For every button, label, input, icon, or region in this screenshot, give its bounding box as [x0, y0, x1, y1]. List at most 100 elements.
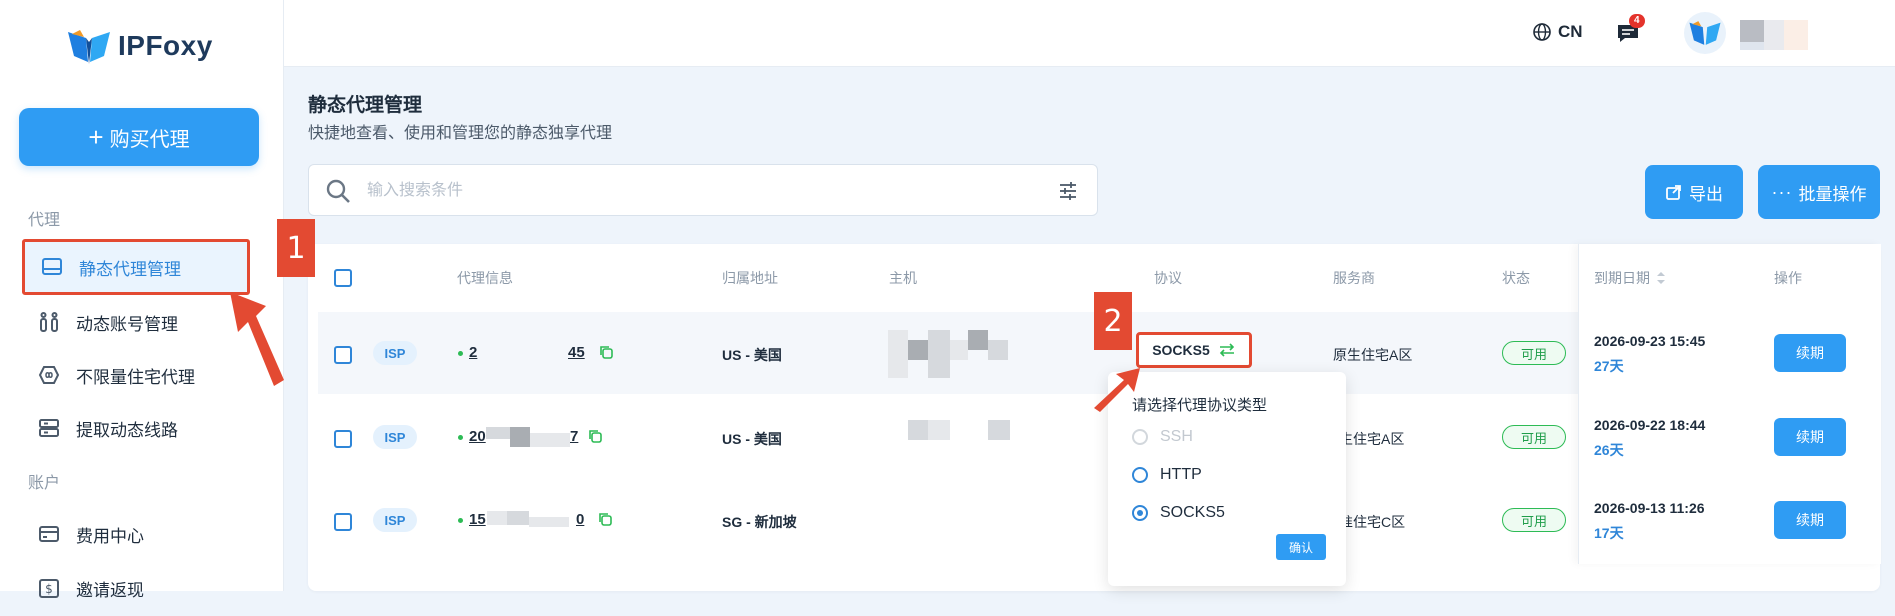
sidebar-item-billing[interactable]: 费用中心: [22, 506, 250, 562]
ip-address-end[interactable]: 0: [576, 511, 584, 528]
column-header: 状态: [1502, 270, 1530, 286]
fox-logo-icon: [68, 30, 110, 64]
status-badge: 可用: [1502, 425, 1566, 449]
copy-icon[interactable]: [597, 511, 613, 527]
buy-proxy-button[interactable]: + 购买代理: [19, 108, 259, 166]
infinity-icon: [38, 364, 60, 386]
row-checkbox[interactable]: [334, 513, 352, 531]
isp-tag: ISP: [373, 425, 417, 449]
days-remaining: 26天: [1594, 442, 1624, 458]
renew-button[interactable]: 续期: [1774, 334, 1846, 372]
isp-tag: ISP: [373, 508, 417, 532]
sidebar-item-extract-dynamic[interactable]: 提取动态线路: [22, 400, 250, 456]
copy-icon[interactable]: [598, 344, 614, 360]
protocol-option-socks5[interactable]: SOCKS5: [1132, 504, 1225, 522]
sidebar-item-dynamic-account[interactable]: 动态账号管理: [22, 294, 250, 350]
plus-icon: +: [88, 122, 104, 152]
sidebar-item-label: 邀请返现: [76, 580, 144, 600]
step-marker-1: 1: [277, 219, 315, 277]
share-icon: [1666, 185, 1681, 200]
row-checkbox[interactable]: [334, 346, 352, 364]
column-header: 代理信息: [457, 270, 513, 286]
radio-button[interactable]: [1132, 505, 1148, 521]
radio-button[interactable]: [1132, 467, 1148, 483]
select-all-checkbox[interactable]: [334, 269, 352, 287]
step-marker-2: 2: [1094, 292, 1132, 350]
sidebar-item-static-proxy[interactable]: 静态代理管理: [22, 239, 250, 295]
status-badge: 可用: [1502, 341, 1566, 365]
export-button[interactable]: 导出: [1645, 165, 1743, 219]
search-icon: [326, 179, 350, 203]
expiry-date: 2026-09-22 18:44: [1594, 417, 1706, 433]
ip-address-start[interactable]: 2: [469, 344, 477, 361]
expiry-date: 2026-09-23 15:45: [1594, 333, 1706, 349]
ip-address-end[interactable]: 7: [570, 428, 578, 445]
sidebar-item-label: 不限量住宅代理: [76, 367, 195, 387]
language-switcher[interactable]: CN: [1532, 22, 1583, 42]
protocol-dropdown: 请选择代理协议类型 SSH HTTP SOCKS5 确认: [1108, 372, 1346, 586]
brand-name: IPFoxy: [118, 30, 213, 61]
annotation-arrow-icon: [1094, 368, 1140, 412]
online-dot: [458, 351, 463, 356]
search-input[interactable]: [365, 177, 1009, 205]
option-label: HTTP: [1160, 466, 1202, 483]
protocol-label: SOCKS5: [1152, 342, 1210, 358]
ip-address-start[interactable]: 20: [469, 428, 486, 445]
provider-cell: 生住宅A区: [1339, 431, 1405, 447]
expiry-header-label: 到期日期: [1594, 270, 1650, 286]
column-header-expiry[interactable]: 到期日期: [1594, 268, 1666, 288]
sidebar-item-label: 费用中心: [76, 526, 144, 546]
isp-tag: ISP: [373, 341, 417, 365]
sidebar-item-referral[interactable]: $ 邀请返现: [22, 560, 250, 616]
days-remaining: 17天: [1594, 525, 1624, 541]
svg-text:$: $: [45, 582, 53, 596]
server-icon: [38, 417, 60, 439]
swap-icon: [1219, 343, 1234, 357]
more-dots-icon: ···: [1771, 181, 1793, 202]
ip-address-end[interactable]: 45: [568, 344, 585, 361]
dollar-icon: $: [38, 577, 60, 599]
location-cell: SG - 新加坡: [722, 514, 797, 530]
provider-cell: 准住宅C区: [1339, 514, 1406, 530]
sidebar-item-unlimited-residential[interactable]: 不限量住宅代理: [22, 347, 250, 403]
days-remaining: 27天: [1594, 358, 1624, 374]
filter-settings-icon[interactable]: [1057, 180, 1079, 202]
column-header: 操作: [1774, 270, 1802, 286]
column-header: 协议: [1154, 270, 1182, 286]
brand-logo[interactable]: IPFoxy: [66, 26, 213, 66]
protocol-option-http[interactable]: HTTP: [1132, 466, 1202, 484]
batch-operation-button[interactable]: ··· 批量操作: [1758, 165, 1880, 219]
card-icon: [38, 523, 60, 545]
copy-icon[interactable]: [587, 428, 603, 444]
radio-button: [1132, 429, 1148, 445]
renew-button[interactable]: 续期: [1774, 501, 1846, 539]
globe-icon: [1533, 23, 1551, 41]
notifications-button[interactable]: 4: [1616, 14, 1645, 49]
section-label-account: 账户: [28, 475, 61, 492]
column-header: 主机: [889, 270, 917, 286]
confirm-button[interactable]: 确认: [1276, 534, 1326, 560]
column-header: 服务商: [1333, 270, 1375, 286]
renew-button[interactable]: 续期: [1774, 418, 1846, 456]
username-redacted: [1740, 20, 1810, 50]
avatar[interactable]: [1684, 12, 1726, 54]
dropdown-title: 请选择代理协议类型: [1132, 397, 1268, 414]
ip-address-start[interactable]: 15: [469, 511, 486, 528]
sort-icon: [1657, 272, 1665, 284]
sidebar-item-label: 静态代理管理: [79, 259, 181, 279]
online-dot: [458, 518, 463, 523]
row-checkbox[interactable]: [334, 430, 352, 448]
search-bar: [308, 164, 1098, 216]
monitor-icon: [41, 256, 63, 278]
protocol-selector[interactable]: SOCKS5: [1136, 332, 1252, 368]
top-bar: [284, 0, 1895, 67]
location-cell: US - 美国: [722, 347, 782, 363]
sliders-icon: [38, 311, 60, 333]
option-label: SOCKS5: [1160, 504, 1225, 521]
page-subtitle: 快捷地查看、使用和管理您的静态独享代理: [308, 125, 613, 142]
protocol-option-ssh: SSH: [1132, 428, 1193, 446]
sidebar-item-label: 动态账号管理: [76, 314, 178, 334]
provider-cell: 原生住宅A区: [1333, 347, 1413, 363]
language-label: CN: [1558, 22, 1583, 41]
notification-badge: 4: [1629, 14, 1645, 28]
